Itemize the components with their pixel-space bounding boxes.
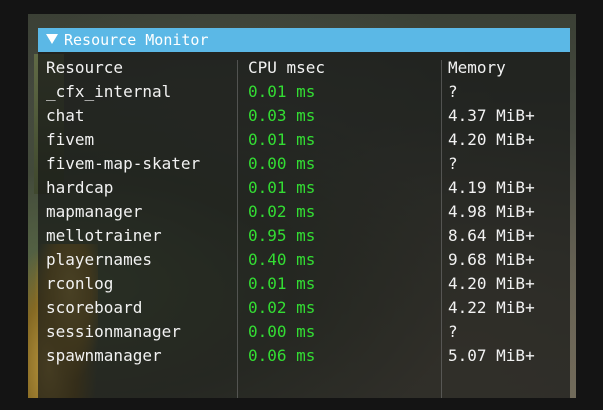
memory-value: 9.68 MiB+ (448, 250, 535, 269)
memory-value: 8.64 MiB+ (448, 226, 535, 245)
resource-name: hardcap (46, 178, 114, 197)
table-row: hardcap 0.01 ms 4.19 MiB+ (38, 176, 570, 200)
table-row: mapmanager 0.02 ms 4.98 MiB+ (38, 200, 570, 224)
cpu-value: 0.02 ms (248, 298, 316, 317)
resource-monitor-window: Resource Monitor Resource CPU msec Memor… (38, 28, 570, 398)
cpu-value: 0.01 ms (248, 274, 316, 293)
table-row: mellotrainer 0.95 ms 8.64 MiB+ (38, 224, 570, 248)
cpu-value: 0.95 ms (248, 226, 316, 245)
resource-name: playernames (46, 250, 152, 269)
resource-table: Resource CPU msec Memory _cfx_internal 0… (38, 56, 570, 368)
header-memory: Memory (448, 58, 506, 77)
resource-name: scoreboard (46, 298, 143, 317)
resource-name: mellotrainer (46, 226, 162, 245)
resource-name: sessionmanager (46, 322, 181, 341)
memory-value: 4.22 MiB+ (448, 298, 535, 317)
table-row: sessionmanager 0.00 ms ? (38, 320, 570, 344)
resource-name: chat (46, 106, 85, 125)
resource-name: _cfx_internal (46, 82, 172, 101)
table-row: fivem 0.01 ms 4.20 MiB+ (38, 128, 570, 152)
memory-value: 4.19 MiB+ (448, 178, 535, 197)
header-cpu: CPU msec (248, 58, 326, 77)
memory-value: ? (448, 82, 458, 101)
memory-value: 5.07 MiB+ (448, 346, 535, 365)
cpu-value: 0.02 ms (248, 202, 316, 221)
table-row: _cfx_internal 0.01 ms ? (38, 80, 570, 104)
resource-name: rconlog (46, 274, 114, 293)
memory-value: 4.98 MiB+ (448, 202, 535, 221)
window-title: Resource Monitor (64, 31, 209, 49)
resource-name: mapmanager (46, 202, 143, 221)
cpu-value: 0.40 ms (248, 250, 316, 269)
cpu-value: 0.06 ms (248, 346, 316, 365)
window-titlebar[interactable]: Resource Monitor (38, 28, 570, 52)
table-row: fivem-map-skater 0.00 ms ? (38, 152, 570, 176)
cpu-value: 0.03 ms (248, 106, 316, 125)
table-row: rconlog 0.01 ms 4.20 MiB+ (38, 272, 570, 296)
header-resource: Resource (46, 58, 124, 77)
resource-name: spawnmanager (46, 346, 162, 365)
table-row: chat 0.03 ms 4.37 MiB+ (38, 104, 570, 128)
table-row: playernames 0.40 ms 9.68 MiB+ (38, 248, 570, 272)
cpu-value: 0.00 ms (248, 322, 316, 341)
resource-name: fivem-map-skater (46, 154, 201, 173)
memory-value: ? (448, 154, 458, 173)
table-header: Resource CPU msec Memory (38, 56, 570, 80)
memory-value: 4.37 MiB+ (448, 106, 535, 125)
cpu-value: 0.01 ms (248, 178, 316, 197)
table-row: scoreboard 0.02 ms 4.22 MiB+ (38, 296, 570, 320)
table-row: spawnmanager 0.06 ms 5.07 MiB+ (38, 344, 570, 368)
screen: Resource Monitor Resource CPU msec Memor… (0, 0, 603, 410)
resource-name: fivem (46, 130, 95, 149)
memory-value: ? (448, 322, 458, 341)
cpu-value: 0.01 ms (248, 130, 316, 149)
cpu-value: 0.00 ms (248, 154, 316, 173)
cpu-value: 0.01 ms (248, 82, 316, 101)
collapse-triangle-icon[interactable] (46, 34, 58, 44)
memory-value: 4.20 MiB+ (448, 274, 535, 293)
memory-value: 4.20 MiB+ (448, 130, 535, 149)
